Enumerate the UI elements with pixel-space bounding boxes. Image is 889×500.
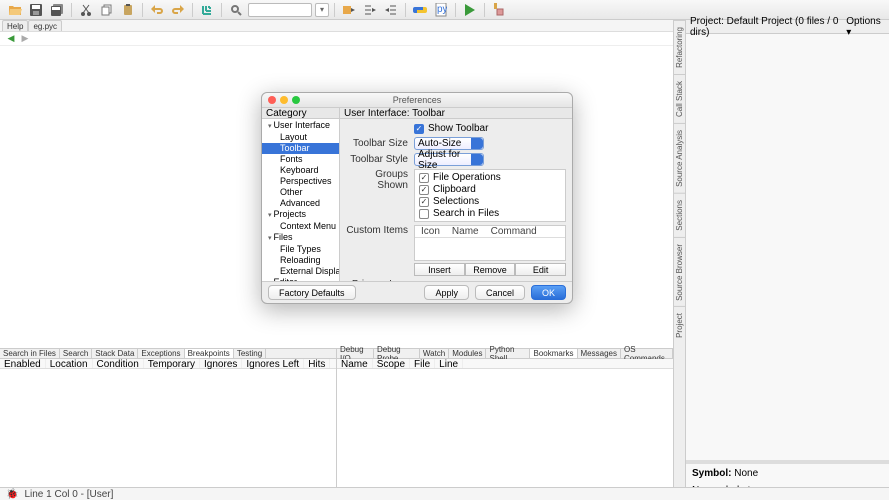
tree-item[interactable]: Context Menu [262,221,339,232]
category-tree[interactable]: User InterfaceLayoutToolbarFontsKeyboard… [262,119,340,281]
tree-item[interactable]: Other [262,187,339,198]
window-close-icon[interactable] [268,96,276,104]
tree-item[interactable]: Perspectives [262,176,339,187]
toolbar-style-label: Toolbar Style [346,154,408,165]
tree-item[interactable]: Advanced [262,198,339,209]
tree-item[interactable]: Projects [262,209,339,221]
group-label: Search in Files [433,208,499,219]
pref-page: Show Toolbar Toolbar Size Auto-Size Tool… [340,119,572,281]
custom-col-icon: Icon [415,226,446,237]
group-label: Clipboard [433,184,476,195]
groups-shown-label: Groups Shown [346,169,408,191]
group-checkbox[interactable] [419,173,429,183]
group-label: Selections [433,196,479,207]
dialog-title: Preferences [393,95,442,105]
toolbar-size-label: Toolbar Size [346,138,408,149]
group-checkbox[interactable] [419,185,429,195]
apply-button[interactable]: Apply [424,285,469,300]
remove-button[interactable]: Remove [465,263,516,276]
tree-item[interactable]: External Display [262,266,339,277]
tree-item[interactable]: User Interface [262,120,339,132]
dialog-titlebar[interactable]: Preferences [262,93,572,107]
tree-item[interactable]: Keyboard [262,165,339,176]
tree-item[interactable]: Layout [262,132,339,143]
custom-items-label: Custom Items [346,225,408,236]
show-toolbar-checkbox[interactable] [414,124,424,134]
group-label: File Operations [433,172,501,183]
tree-item[interactable]: Fonts [262,154,339,165]
groups-list: File OperationsClipboardSelectionsSearch… [414,169,566,222]
insert-button[interactable]: Insert [414,263,465,276]
toolbar-style-select[interactable]: Adjust for Size [414,153,484,166]
tree-item[interactable]: Toolbar [262,143,339,154]
category-header: Category [262,108,340,118]
factory-defaults-button[interactable]: Factory Defaults [268,285,356,300]
edit-button[interactable]: Edit [515,263,566,276]
tree-item[interactable]: Files [262,232,339,244]
custom-col-name: Name [446,226,485,237]
ok-button[interactable]: OK [531,285,566,300]
page-header: User Interface: Toolbar [340,108,449,118]
custom-col-command: Command [485,226,543,237]
tree-item[interactable]: File Types [262,244,339,255]
tree-item[interactable]: Reloading [262,255,339,266]
window-minimize-icon[interactable] [280,96,288,104]
group-checkbox[interactable] [419,209,429,219]
preferences-dialog: Preferences Category User Interface: Too… [261,92,573,304]
dialog-overlay: Preferences Category User Interface: Too… [0,0,889,500]
window-zoom-icon[interactable] [292,96,300,104]
group-checkbox[interactable] [419,197,429,207]
show-toolbar-label: Show Toolbar [428,123,488,134]
cancel-button[interactable]: Cancel [475,285,525,300]
custom-items-list[interactable]: Icon Name Command [414,225,566,261]
dialog-footer: Factory Defaults Apply Cancel OK [262,281,572,303]
